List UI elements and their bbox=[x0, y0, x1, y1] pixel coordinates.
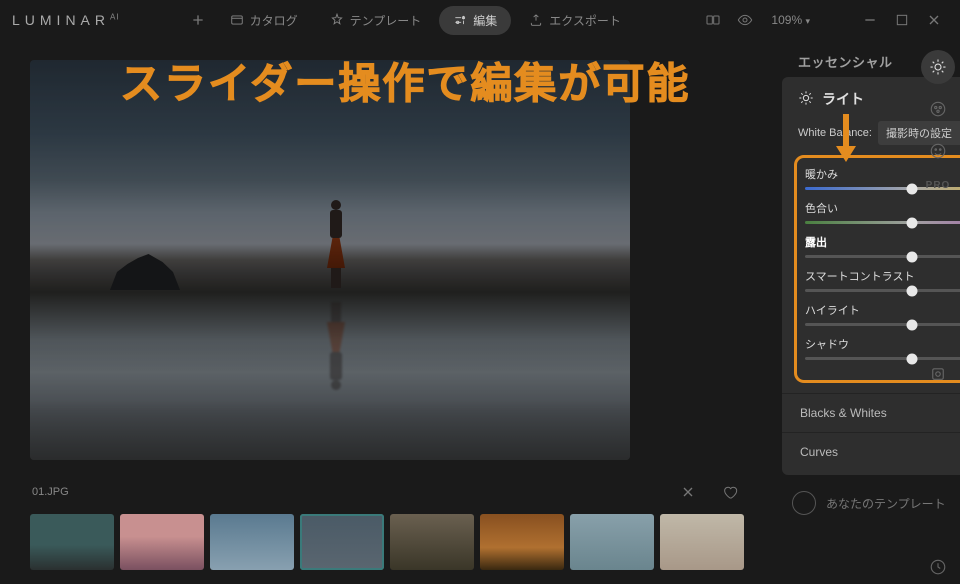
rail-creative-icon[interactable] bbox=[921, 92, 955, 126]
thumbnail[interactable] bbox=[570, 514, 654, 570]
window-close[interactable] bbox=[920, 6, 948, 34]
rail-portrait-icon[interactable] bbox=[921, 134, 955, 168]
preset-circle-icon bbox=[792, 491, 816, 515]
slider-label: 露出 bbox=[805, 234, 827, 250]
nav-edit[interactable]: 編集 bbox=[439, 6, 511, 35]
photo-canvas[interactable] bbox=[30, 60, 630, 460]
nav-template[interactable]: テンプレート bbox=[316, 6, 436, 35]
scene-reflection bbox=[325, 320, 347, 390]
slider-label: シャドウ bbox=[805, 336, 849, 352]
top-bar: LUMINARAI カタログ テンプレート 編集 エクスポート 109% ▾ bbox=[0, 0, 960, 40]
panel-title: ライト bbox=[822, 89, 864, 109]
scene-rock bbox=[110, 250, 180, 290]
window-maximize[interactable] bbox=[888, 6, 916, 34]
app-logo: LUMINARAI bbox=[12, 12, 120, 28]
rail-essentials-icon[interactable] bbox=[921, 50, 955, 84]
main-area: 01.JPG エッセンシャル bbox=[0, 40, 960, 584]
thumbnail-selected[interactable] bbox=[300, 514, 384, 570]
zoom-level[interactable]: 109% ▾ bbox=[763, 13, 818, 27]
thumbnail[interactable] bbox=[480, 514, 564, 570]
white-balance-label: White Balance: bbox=[798, 127, 872, 139]
thumbnail[interactable] bbox=[210, 514, 294, 570]
thumbnail[interactable] bbox=[390, 514, 474, 570]
canvas-column: 01.JPG bbox=[0, 40, 774, 584]
compare-icon[interactable] bbox=[699, 6, 727, 34]
nav-export[interactable]: エクスポート bbox=[515, 6, 635, 35]
thumbnail[interactable] bbox=[120, 514, 204, 570]
thumbnail[interactable] bbox=[660, 514, 744, 570]
filmstrip-area: 01.JPG bbox=[0, 472, 774, 584]
window-minimize[interactable] bbox=[856, 6, 884, 34]
slider-label: ハイライト bbox=[805, 302, 860, 318]
preview-icon[interactable] bbox=[731, 6, 759, 34]
rail-local-mask-icon[interactable] bbox=[921, 357, 955, 391]
slider-label: スマートコントラスト bbox=[805, 268, 914, 284]
add-button[interactable] bbox=[184, 6, 212, 34]
filmstrip bbox=[30, 514, 744, 570]
current-filename: 01.JPG bbox=[32, 486, 660, 498]
favorite-icon[interactable] bbox=[716, 478, 744, 506]
rail-pro-label[interactable]: PRO bbox=[926, 180, 951, 191]
thumbnail[interactable] bbox=[30, 514, 114, 570]
slider-label: 色合い bbox=[805, 200, 838, 216]
nav-catalog[interactable]: カタログ bbox=[216, 6, 312, 35]
reject-icon[interactable] bbox=[674, 478, 702, 506]
light-icon bbox=[798, 90, 814, 109]
scene-person bbox=[325, 200, 347, 285]
rail-history-icon[interactable] bbox=[921, 550, 955, 584]
tool-rail: PRO bbox=[916, 40, 960, 584]
canvas-wrap bbox=[0, 40, 774, 472]
slider-label: 暖かみ bbox=[805, 166, 838, 182]
